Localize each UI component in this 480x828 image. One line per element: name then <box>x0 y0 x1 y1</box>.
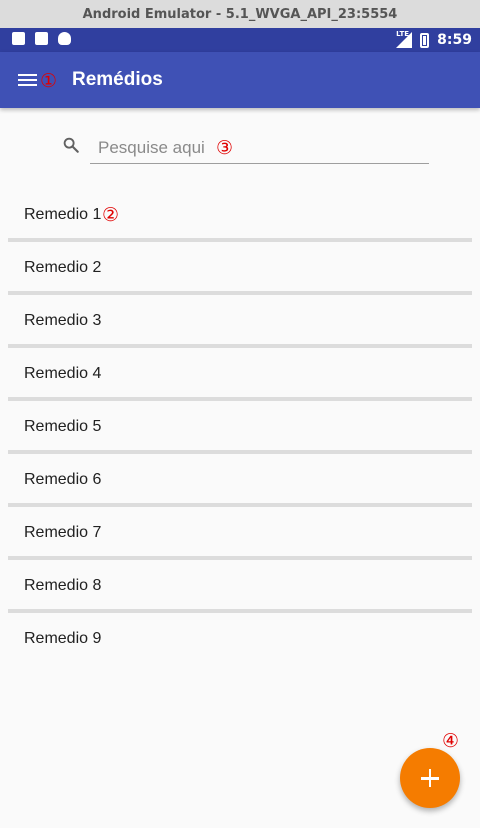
signal-icon: LTE <box>396 30 413 48</box>
list-item[interactable]: Remedio 9 <box>8 613 472 666</box>
sd-card-icon <box>35 32 48 45</box>
status-time: 8:59 <box>437 32 472 48</box>
list-item-label: Remedio 7 <box>24 524 102 541</box>
annotation-marker-1: ① <box>40 70 58 92</box>
medicine-list: Remedio 1② Remedio 2 Remedio 3 Remedio 4… <box>8 189 472 666</box>
list-item-label: Remedio 9 <box>24 630 102 647</box>
annotation-marker-3: ③ <box>216 137 234 159</box>
list-item-label: Remedio 4 <box>24 365 102 382</box>
list-item-label: Remedio 2 <box>24 259 102 276</box>
search-input[interactable] <box>90 132 429 164</box>
list-item[interactable]: Remedio 2 <box>8 242 472 295</box>
android-icon <box>58 32 71 45</box>
battery-icon <box>420 32 430 48</box>
list-item[interactable]: Remedio 8 <box>8 560 472 613</box>
add-button[interactable] <box>400 748 460 808</box>
list-item[interactable]: Remedio 7 <box>8 507 472 560</box>
list-item-label: Remedio 1 <box>24 206 102 223</box>
app-bar: ① Remédios <box>0 52 480 108</box>
list-item[interactable]: Remedio 4 <box>8 348 472 401</box>
list-item[interactable]: Remedio 3 <box>8 295 472 348</box>
list-item-label: Remedio 6 <box>24 471 102 488</box>
page-title: Remédios <box>72 69 163 90</box>
list-item[interactable]: Remedio 5 <box>8 401 472 454</box>
status-bar: LTE 8:59 <box>0 28 480 52</box>
list-item-label: Remedio 8 <box>24 577 102 594</box>
list-item[interactable]: Remedio 1② <box>8 189 472 242</box>
search-icon <box>63 137 79 153</box>
menu-icon[interactable] <box>18 72 38 88</box>
list-item-label: Remedio 3 <box>24 312 102 329</box>
notification-icon <box>12 32 25 45</box>
list-item-label: Remedio 5 <box>24 418 102 435</box>
annotation-marker-2: ② <box>102 204 120 226</box>
list-item[interactable]: Remedio 6 <box>8 454 472 507</box>
network-type: LTE <box>396 30 410 38</box>
plus-icon-stroke <box>428 769 432 787</box>
search-bar: ③ <box>62 132 429 166</box>
window-title: Android Emulator - 5.1_WVGA_API_23:5554 <box>0 0 480 28</box>
annotation-marker-4: ④ <box>442 730 460 752</box>
